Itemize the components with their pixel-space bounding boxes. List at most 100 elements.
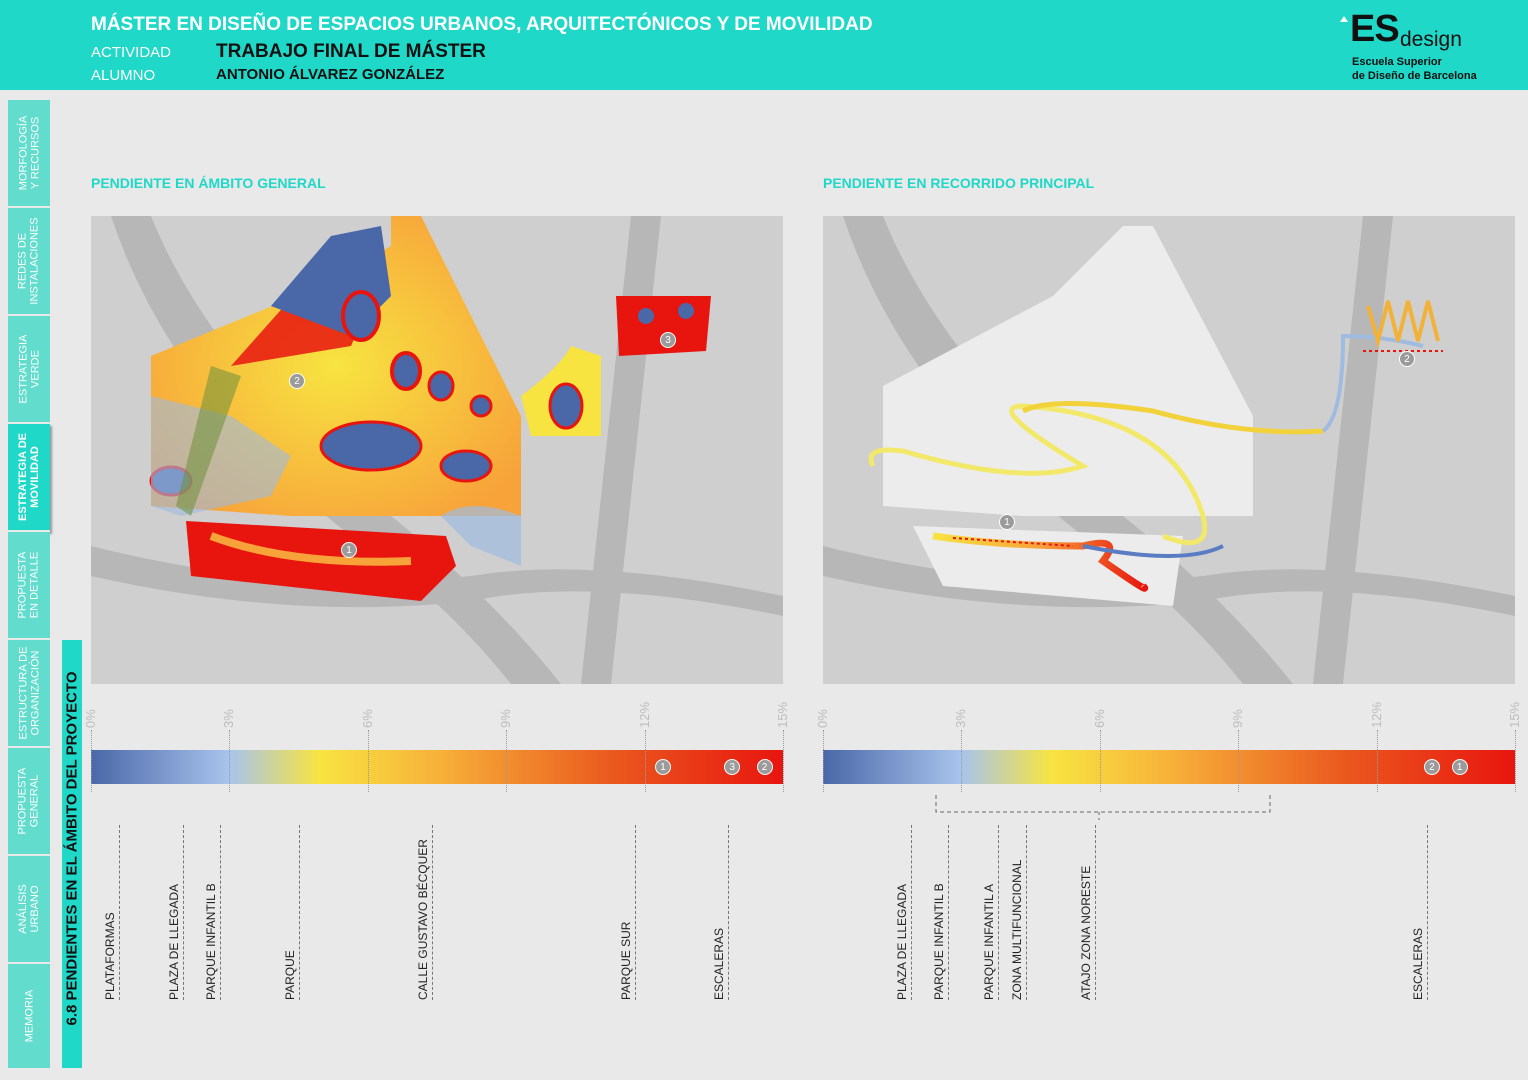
map-marker-2: 2 [289, 373, 305, 389]
scale-marker: 2 [756, 759, 773, 775]
student-value: ANTONIO ÁLVAREZ GONZÁLEZ [216, 66, 445, 83]
scale-tick-label: 12% [1368, 701, 1384, 728]
scale-tick [1099, 730, 1101, 792]
category-leader-line [1427, 825, 1429, 1000]
side-navigation: MORFOLOGÍA Y RECURSOS REDES DE INSTALACIO… [8, 100, 50, 1070]
logo-design-text: design [1400, 28, 1462, 51]
slope-map-general: 1 2 3 [91, 216, 783, 684]
route-map-marker-2: 2 [1399, 351, 1415, 367]
scale-tick [91, 730, 92, 792]
master-title: MÁSTER EN DISEÑO DE ESPACIOS URBANOS, AR… [91, 14, 873, 35]
category-leader-line [183, 825, 185, 1000]
category-leader-line [947, 825, 949, 1000]
scale-marker: 2 [1423, 759, 1440, 775]
category-leader-line [727, 825, 729, 1000]
slope-map-route-svg [823, 216, 1515, 684]
activity-label: ACTIVIDAD [91, 44, 172, 61]
category-leader-line [432, 825, 434, 1000]
category-label: PARQUE INFANTIL B [931, 883, 946, 1000]
category-label: PARQUE [282, 950, 297, 1000]
scale-marker: 1 [655, 759, 672, 775]
scale-tick [367, 730, 369, 792]
nav-item-label: MORFOLOGÍA Y RECURSOS [17, 115, 41, 191]
scale-tick [1515, 730, 1516, 792]
scale-tick-label: 0% [83, 709, 98, 728]
category-label: ESCALERAS [711, 927, 726, 1000]
nav-item-0[interactable]: MORFOLOGÍA Y RECURSOS [8, 100, 50, 208]
section-title-bar: 6.8 PENDIENTES EN EL ÁMBITO DEL PROYECTO [62, 640, 82, 1068]
nav-item-label: MEMORIA [23, 989, 35, 1043]
category-leader-line [220, 825, 222, 1000]
section-title: 6.8 PENDIENTES EN EL ÁMBITO DEL PROYECTO [63, 671, 81, 1026]
logo-subtitle-1: Escuela Superior [1352, 56, 1442, 68]
category-label: ZONA MULTIFUNCIONAL [1009, 859, 1024, 1000]
scale-tick-label: 15% [775, 701, 790, 728]
scale-tick [961, 730, 963, 792]
category-leader-line [998, 825, 1000, 1000]
scale-tick-label: 6% [359, 709, 375, 728]
slope-gradient-bar [91, 750, 783, 784]
nav-item-7[interactable]: ANÁLISIS URBANO [8, 856, 50, 964]
category-label: ATAJO ZONA NORESTE [1079, 865, 1094, 1000]
scale-tick [823, 730, 824, 792]
student-label: ALUMNO [91, 67, 156, 84]
category-leader-line [1025, 825, 1027, 1000]
category-label: PARQUE INFANTIL B [204, 883, 219, 1000]
scale-marker: 1 [1451, 759, 1468, 775]
scale-tick [1376, 730, 1378, 792]
scale-tick-label: 0% [815, 709, 830, 728]
nav-item-6[interactable]: PROPUESTA GENERAL [8, 748, 50, 856]
logo-es-text: ES [1350, 8, 1400, 50]
scale-tick-label: 6% [1091, 709, 1107, 728]
header-bar: MÁSTER EN DISEÑO DE ESPACIOS URBANOS, AR… [0, 0, 1528, 90]
scale-tick [783, 730, 784, 792]
category-label: PLATAFORMAS [102, 912, 117, 1000]
category-label: PLAZA DE LLEGADA [167, 883, 182, 1000]
category-leader-line [910, 825, 912, 1000]
slope-scale-route: 0% 3% 6% 9% 12% 15% 2 1 PLAZA DE LLEGADA PARQUE I… [815, 700, 1522, 1010]
esdesign-logo: ES design Escuela Superior de Diseño de … [1340, 8, 1510, 86]
nav-item-label: ESTRATEGIA DE MOVILIDAD [17, 432, 42, 522]
category-leader-line [1095, 825, 1097, 1000]
category-label: CALLE GUSTAVO BÉCQUER [416, 839, 431, 1000]
scale-tick [229, 730, 231, 792]
category-leader-line [118, 825, 120, 1000]
slope-map-general-svg [91, 216, 783, 684]
scale-tick-label: 3% [221, 709, 237, 728]
scale-tick-label: 9% [1230, 709, 1246, 728]
slope-scale-general: 0% 3% 6% 9% 12% 15% 1 3 2 PLATAFORMAS PLAZA DE LLE… [83, 700, 790, 1010]
panel-general-title: PENDIENTE EN ÁMBITO GENERAL [91, 175, 326, 191]
scale-tick [644, 730, 646, 792]
category-label: PARQUE SUR [619, 921, 634, 1000]
scale-tick-label: 15% [1507, 701, 1522, 728]
route-map-marker-1: 1 [999, 514, 1015, 530]
nav-item-label: ESTRUCTURA DE ORGANIZACIÓN [17, 646, 41, 740]
scale-tick [506, 730, 508, 792]
nav-item-4[interactable]: PROPUESTA EN DETALLE [8, 532, 50, 640]
nav-item-label: PROPUESTA GENERAL [17, 767, 41, 835]
nav-item-label: ESTRATEGIA VERDE [17, 334, 41, 404]
route-range-bracket [935, 795, 1271, 820]
scale-tick-label: 9% [498, 709, 514, 728]
map-marker-1: 1 [341, 542, 357, 558]
nav-item-label: ANÁLISIS URBANO [17, 884, 41, 934]
nav-item-2[interactable]: ESTRATEGIA VERDE [8, 316, 50, 424]
logo-triangle-icon [1340, 16, 1348, 22]
nav-item-1[interactable]: REDES DE INSTALACIONES [8, 208, 50, 316]
map-marker-3: 3 [660, 332, 676, 348]
nav-item-label: PROPUESTA EN DETALLE [17, 551, 41, 619]
scale-tick-label: 12% [636, 701, 652, 728]
scale-tick [1238, 730, 1240, 792]
category-label: PLAZA DE LLEGADA [894, 883, 909, 1000]
logo-subtitle-2: de Diseño de Barcelona [1352, 70, 1477, 82]
activity-value: TRABAJO FINAL DE MÁSTER [216, 41, 486, 62]
nav-item-label: REDES DE INSTALACIONES [17, 217, 41, 305]
slope-map-route: 1 2 [823, 216, 1515, 684]
slope-gradient-bar [823, 750, 1515, 784]
nav-item-3[interactable]: ESTRATEGIA DE MOVILIDAD [8, 424, 50, 532]
nav-item-8[interactable]: MEMORIA [8, 964, 50, 1070]
panel-route-title: PENDIENTE EN RECORRIDO PRINCIPAL [823, 175, 1095, 191]
nav-item-5[interactable]: ESTRUCTURA DE ORGANIZACIÓN [8, 640, 50, 748]
category-leader-line [635, 825, 637, 1000]
category-leader-line [298, 825, 300, 1000]
